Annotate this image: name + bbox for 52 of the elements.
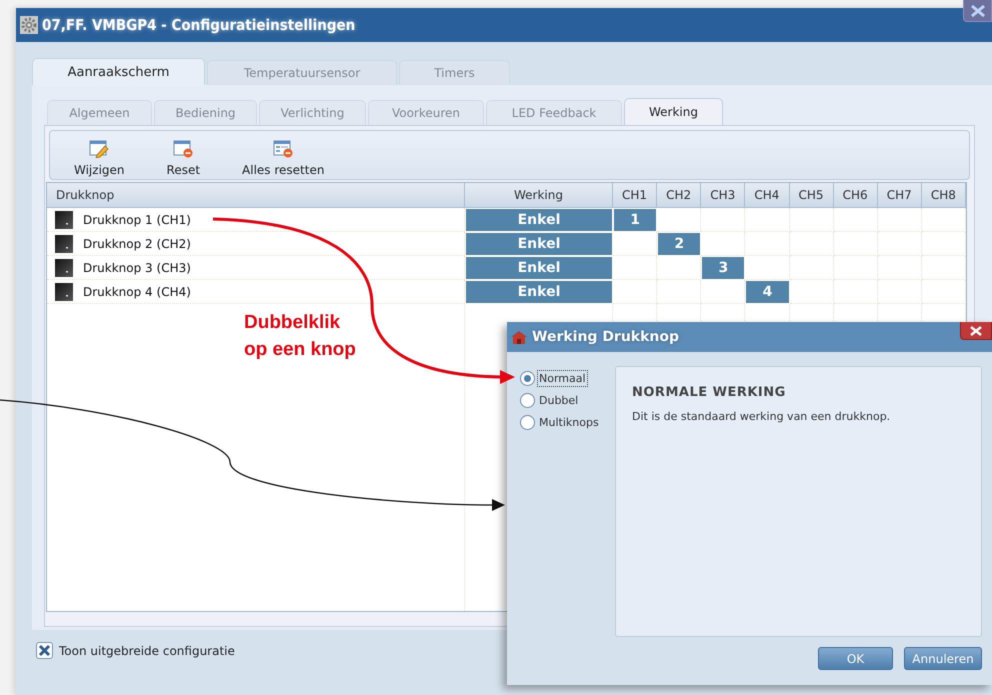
dialog-title: Werking Drukknop — [532, 329, 680, 345]
tile-icon — [55, 234, 73, 252]
column-header[interactable]: CH4 — [745, 183, 790, 208]
option-label[interactable]: Multiknops — [538, 415, 600, 430]
toolbar-button[interactable]: Reset — [160, 140, 206, 179]
channel-cell: 2 — [657, 232, 702, 256]
column-header[interactable]: CH8 — [922, 183, 966, 208]
tab[interactable]: Werking — [624, 98, 723, 125]
column-header[interactable]: CH3 — [701, 183, 746, 208]
channel-cell: 3 — [701, 256, 746, 280]
mode-cell[interactable]: Enkel — [465, 256, 613, 280]
mode-cell[interactable]: Enkel — [465, 208, 613, 232]
tile-icon — [55, 282, 73, 300]
column-header[interactable]: CH5 — [790, 183, 834, 208]
window-title: 07,FF. VMBGP4 - Configuratieinstellingen — [42, 16, 356, 34]
button-name[interactable]: Drukknop 4 (CH4) — [83, 284, 191, 298]
checkbox-label: Toon uitgebreide configuratie — [59, 644, 235, 658]
tile-icon — [55, 210, 73, 228]
column-header[interactable]: Werking — [465, 183, 613, 208]
column-header[interactable]: Drukknop — [47, 183, 465, 208]
column-header[interactable]: CH2 — [657, 183, 702, 208]
description-text: Dit is de standaard werking van een drukknop. — [632, 410, 892, 423]
toolbar-button[interactable]: Alles resetten — [236, 140, 330, 179]
tab[interactable]: Aanraakscherm — [32, 58, 205, 85]
edit-icon — [89, 140, 110, 158]
channel-cell: 4 — [745, 280, 790, 304]
radio-button[interactable] — [520, 371, 535, 386]
radio-button[interactable] — [520, 393, 535, 408]
button-name[interactable]: Drukknop 3 (CH3) — [83, 260, 191, 274]
house-icon — [510, 330, 528, 344]
column-header[interactable]: CH7 — [878, 183, 922, 208]
column-header[interactable]: CH1 — [613, 183, 658, 208]
button-name[interactable]: Drukknop 1 (CH1) — [83, 212, 191, 226]
description-heading: NORMALE WERKING — [632, 385, 787, 400]
close-icon — [969, 326, 983, 336]
list-remove-icon — [273, 140, 294, 158]
column-header[interactable]: CH6 — [834, 183, 878, 208]
gear-icon — [20, 16, 38, 34]
button-name[interactable]: Drukknop 2 (CH2) — [83, 236, 191, 250]
window-remove-icon — [173, 140, 194, 158]
tile-icon — [55, 258, 73, 276]
channel-cell: 1 — [613, 208, 658, 232]
mode-cell[interactable]: Enkel — [465, 280, 613, 304]
annotation-text: Dubbelklik op een knop — [244, 311, 357, 362]
close-button[interactable] — [960, 322, 992, 340]
option-label[interactable]: Normaal — [538, 371, 587, 386]
mode-cell[interactable]: Enkel — [465, 232, 613, 256]
close-icon — [970, 4, 986, 16]
checkbox[interactable] — [36, 642, 53, 659]
radio-button[interactable] — [520, 415, 535, 430]
toolbar-button[interactable]: Wijzigen — [68, 140, 131, 179]
option-label[interactable]: Dubbel — [538, 393, 580, 408]
